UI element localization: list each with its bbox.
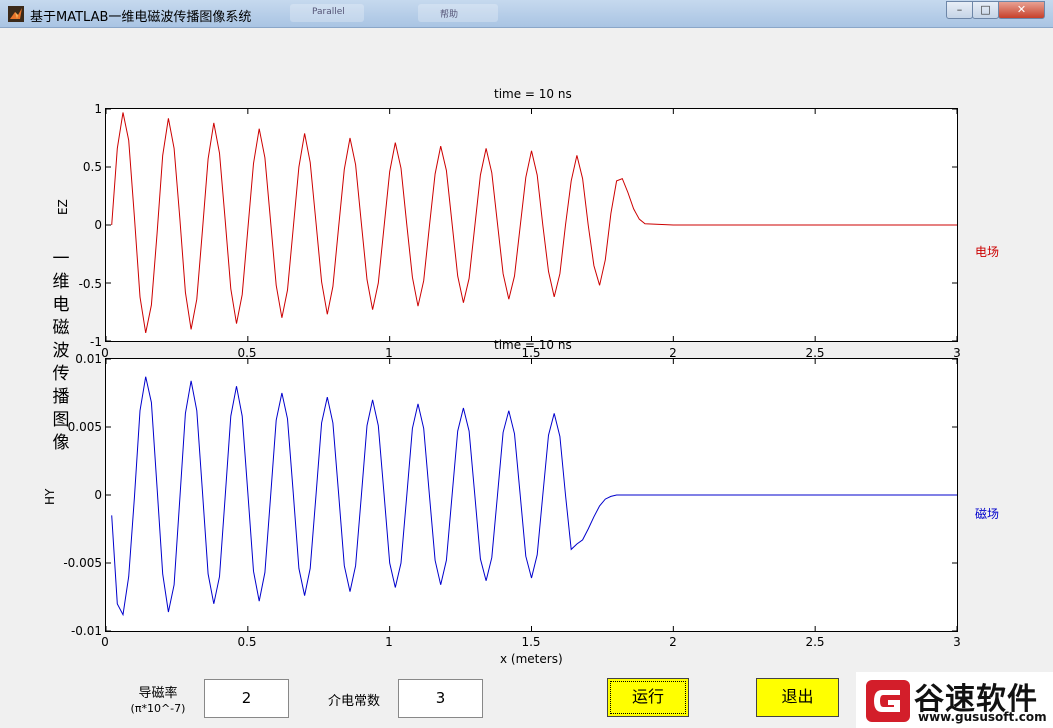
bottom-axes-title: time = 10 ns [494,338,572,352]
ytick-label: 0.5 [82,160,102,174]
permeability-label: 导磁率 [138,686,178,701]
permeability-input[interactable]: 2 [204,679,289,718]
top-axes-title: time = 10 ns [494,87,572,101]
run-button[interactable]: 运行 [607,678,689,717]
electric-field-label: 电场 [975,245,1000,259]
electric-field-plot [106,109,957,341]
permittivity-input[interactable]: 3 [398,679,483,718]
xtick-label: 0.5 [237,635,257,649]
window-title: 基于MATLAB一维电磁波传播图像系统 [30,10,252,25]
watermark-logo-icon [866,680,910,722]
magnetic-field-plot [106,359,957,631]
ytick-label: -0.005 [63,556,102,570]
hy-series-line [111,376,957,617]
close-icon: ✕ [1016,3,1027,16]
permeability-unit-label: (π*10^-7) [130,702,186,715]
magnetic-field-axes[interactable] [105,358,958,632]
ytick-label: -0.5 [78,277,102,291]
background-taskbar-tab: Parallel [290,4,364,22]
ytick-label: 0 [94,488,102,502]
watermark-url: www.gususoft.com [918,710,1047,724]
maximize-button[interactable]: □ [972,1,999,19]
xtick-label: 3 [953,635,961,649]
minimize-icon: – [956,3,963,16]
title-char: 播 [52,387,70,407]
ytick-label: 0 [94,218,102,232]
magnetic-field-label: 磁场 [975,507,1000,521]
title-char: 像 [52,433,70,453]
xtick-label: 0 [101,635,109,649]
xtick-label: 2 [669,635,677,649]
ytick-label: 0.01 [75,352,102,366]
matlab-app-icon [8,6,24,22]
x-axis-label: x (meters) [500,652,563,666]
ez-series-line [111,112,957,334]
ez-ylabel: EZ [56,199,70,215]
watermark: 谷速软件 www.gususoft.com [856,672,1053,728]
xtick-label: 1.5 [521,635,541,649]
ytick-label: 1 [94,102,102,116]
title-char: 传 [52,364,70,384]
background-tab-label: 帮助 [440,10,459,20]
permittivity-label: 介电常数 [327,694,380,709]
ytick-label: 0.005 [67,420,102,434]
xtick-label: 1 [385,635,393,649]
background-taskbar-tab: 帮助 [418,4,498,22]
title-char: 电 [52,295,70,315]
maximize-icon: □ [980,3,991,16]
window-titlebar: 基于MATLAB一维电磁波传播图像系统 Parallel 帮助 – □ ✕ [0,0,1053,28]
xtick-label: 2.5 [805,635,825,649]
exit-button[interactable]: 退出 [756,678,839,717]
background-tab-label: Parallel [312,7,345,17]
minimize-button[interactable]: – [946,1,973,19]
electric-field-axes[interactable] [105,108,958,342]
title-char: 一 [52,249,70,269]
close-button[interactable]: ✕ [998,1,1045,19]
